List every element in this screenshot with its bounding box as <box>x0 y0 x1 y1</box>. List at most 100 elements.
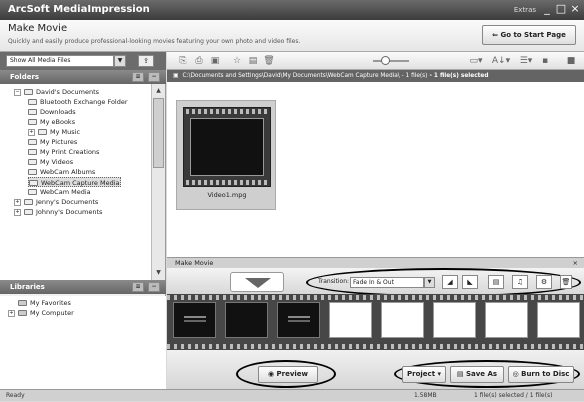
library-item[interactable]: + My Computer <box>8 308 74 318</box>
music-icon[interactable]: ♫ <box>512 275 528 289</box>
minimize-icon[interactable]: _ <box>540 2 554 16</box>
library-item[interactable]: My Favorites <box>18 298 71 308</box>
folder-tree-item[interactable]: My Print Creations <box>28 147 99 157</box>
film-frame <box>183 107 271 187</box>
add-to-storyboard-button[interactable] <box>230 272 284 292</box>
folder-scrollbar[interactable]: ▲ ▼ <box>151 84 165 280</box>
folder-tree-item[interactable]: My Videos <box>28 157 73 167</box>
storyboard-clip[interactable] <box>277 302 320 338</box>
folder-tree-item[interactable]: − David's Documents <box>14 87 99 97</box>
storyboard-clip[interactable] <box>173 302 216 338</box>
folder-label: Jenny's Documents <box>36 198 99 206</box>
sort-icon[interactable]: A↓▾ <box>491 55 511 67</box>
video-preview <box>190 118 264 176</box>
chevron-down-icon[interactable]: ▼ <box>114 55 126 67</box>
collapse-icon[interactable]: − <box>14 88 21 96</box>
zoom-slider[interactable] <box>373 60 409 62</box>
expand-icon[interactable]: + <box>28 128 35 136</box>
scroll-thumb[interactable] <box>153 98 164 168</box>
list-options-icon[interactable]: ☰▾ <box>517 55 535 67</box>
page-subtitle: Quickly and easily produce professional-… <box>8 38 301 45</box>
zoom-in-icon[interactable]: ■ <box>565 55 577 67</box>
expand-icon[interactable]: + <box>14 198 21 206</box>
folder-path: C:\Documents and Settings\David\My Docum… <box>182 73 428 79</box>
folder-tree-item[interactable]: WebCam Albums <box>28 167 95 177</box>
apply-transition-icon[interactable]: ◢ <box>442 275 458 289</box>
apply-all-icon[interactable]: ◣ <box>462 275 478 289</box>
transition-select[interactable]: Fade In & Out <box>350 277 424 288</box>
media-filename: Video1.mpg <box>207 191 247 199</box>
page-title: Make Movie <box>8 23 68 34</box>
folder-icon <box>28 139 37 145</box>
folder-label: WebCam Capture Media <box>41 179 120 187</box>
preview-button[interactable]: ◉ Preview <box>258 366 318 383</box>
collapse-icon[interactable]: − <box>148 72 160 82</box>
zoom-out-icon[interactable]: ▪ <box>539 55 551 67</box>
chevron-down-icon[interactable]: ▼ <box>424 277 435 288</box>
save-as-label: Save As <box>465 370 498 378</box>
favorite-star-icon[interactable]: ☆ <box>231 55 243 67</box>
path-bar: ▣ C:\Documents and Settings\David\My Docu… <box>167 70 584 82</box>
folder-tree-item[interactable]: Bluetooth Exchange Folder <box>28 97 128 107</box>
folder-label: Downloads <box>40 108 76 116</box>
folder-tree-item[interactable]: + Johnny's Documents <box>14 207 102 217</box>
disc-icon: ◎ <box>512 370 522 378</box>
expand-icon[interactable]: + <box>14 208 21 216</box>
film-perforation <box>167 344 584 349</box>
rotate-right-icon[interactable]: ⎙ <box>193 55 205 67</box>
play-icon: ◉ <box>267 370 277 378</box>
view-mode-icon[interactable]: ▭▾ <box>467 55 485 67</box>
burn-to-disc-button[interactable]: ◎ Burn to Disc <box>508 366 574 383</box>
folder-tree-item[interactable]: WebCam Capture Media <box>28 177 121 187</box>
folder-icon <box>28 159 37 165</box>
properties-icon[interactable]: ▤ <box>247 55 259 67</box>
computer-icon <box>18 310 27 316</box>
folder-tree-item[interactable]: My Pictures <box>28 137 77 147</box>
close-icon[interactable]: × <box>568 2 582 16</box>
folder-label: My Pictures <box>40 138 78 146</box>
folder-label: David's Documents <box>36 88 100 96</box>
folder-tree: − David's Documents Bluetooth Exchange Fol… <box>0 84 151 280</box>
folder-icon <box>28 149 37 155</box>
open-folder-icon[interactable]: ⇪ <box>138 55 154 67</box>
restore-icon[interactable]: □ <box>554 2 568 16</box>
media-thumbnail[interactable]: Video1.mpg <box>176 100 276 210</box>
status-selection: 1 file(s) selected / 1 file(s) <box>474 392 553 399</box>
folder-tree-item[interactable]: + My Music <box>28 127 80 137</box>
view-toggle-icon[interactable]: ≡ <box>132 72 144 82</box>
save-as-button[interactable]: ▤ Save As <box>450 366 504 383</box>
storyboard-slot[interactable] <box>537 302 580 338</box>
folder-label: Bluetooth Exchange Folder <box>40 98 128 106</box>
project-button[interactable]: Project ▾ <box>402 366 446 383</box>
storyboard-slot[interactable] <box>329 302 372 338</box>
storyboard-slot[interactable] <box>485 302 528 338</box>
trash-icon[interactable]: 🗑 <box>560 275 572 289</box>
edit-icon[interactable]: ▣ <box>209 55 221 67</box>
settings-icon[interactable]: ⚙ <box>536 275 552 289</box>
folder-tree-item[interactable]: Downloads <box>28 107 76 117</box>
folder-tree-item[interactable]: My eBooks <box>28 117 75 127</box>
delete-icon[interactable]: 🗑 <box>263 55 275 67</box>
zoom-slider-knob[interactable] <box>381 56 390 65</box>
collapse-icon[interactable]: − <box>148 282 160 292</box>
go-to-start-page-button[interactable]: ⇐ Go to Start Page <box>482 25 576 45</box>
folder-icon <box>29 180 38 186</box>
scroll-up-icon[interactable]: ▲ <box>153 85 164 96</box>
film-perforation <box>186 109 268 114</box>
scroll-down-icon[interactable]: ▼ <box>153 267 164 278</box>
folder-icon <box>28 119 37 125</box>
storyboard-slot[interactable] <box>433 302 476 338</box>
folder-path-icon: ▣ <box>173 73 179 79</box>
storyboard-slot[interactable] <box>381 302 424 338</box>
down-arrow-icon <box>245 278 271 288</box>
folder-tree-item[interactable]: + Jenny's Documents <box>14 197 98 207</box>
folder-tree-item[interactable]: WebCam Media <box>28 187 91 197</box>
view-toggle-icon[interactable]: ≡ <box>132 282 144 292</box>
extras-menu[interactable]: Extras <box>514 6 536 14</box>
title-text-icon[interactable]: ▤ <box>488 275 504 289</box>
expand-icon[interactable]: + <box>8 309 15 317</box>
storyboard <box>167 294 584 350</box>
media-filter-select[interactable]: Show All Media Files <box>6 55 114 67</box>
rotate-left-icon[interactable]: ⎘ <box>177 55 189 67</box>
storyboard-clip[interactable] <box>225 302 268 338</box>
